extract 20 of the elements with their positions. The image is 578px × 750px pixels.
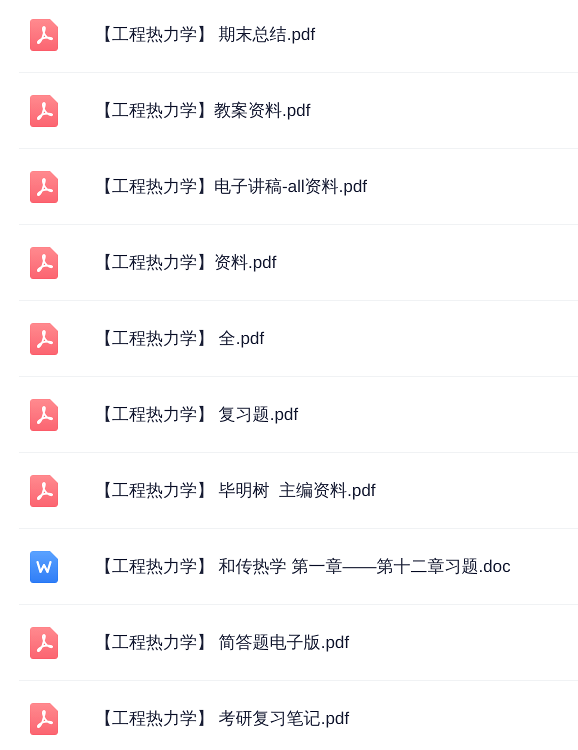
pdf-file-icon <box>30 398 58 430</box>
pdf-file-icon <box>30 702 58 734</box>
pdf-file-icon <box>30 474 58 506</box>
file-name[interactable]: 【工程热力学】教案资料.pdf <box>95 98 310 124</box>
word-file-icon <box>30 550 58 582</box>
pdf-file-icon <box>30 94 58 126</box>
file-name[interactable]: 【工程热力学】 毕明树 主编资料.pdf <box>95 478 376 504</box>
pdf-file-icon <box>30 246 58 278</box>
file-name[interactable]: 【工程热力学】 简答题电子版.pdf <box>95 630 350 656</box>
pdf-file-icon <box>30 18 58 50</box>
pdf-file-icon <box>30 626 58 658</box>
file-name[interactable]: 【工程热力学】资料.pdf <box>95 250 276 276</box>
file-name[interactable]: 【工程热力学】 复习题.pdf <box>95 402 298 428</box>
file-name[interactable]: 【工程热力学】 全.pdf <box>95 326 264 352</box>
file-name[interactable]: 【工程热力学】电子讲稿-all资料.pdf <box>95 174 368 200</box>
pdf-file-icon <box>30 170 58 202</box>
file-name[interactable]: 【工程热力学】 期末总结.pdf <box>95 22 316 48</box>
file-name[interactable]: 【工程热力学】 和传热学 第一章——第十二章习题.doc <box>95 554 511 580</box>
pdf-file-icon <box>30 322 58 354</box>
file-name[interactable]: 【工程热力学】 考研复习笔记.pdf <box>95 706 350 732</box>
